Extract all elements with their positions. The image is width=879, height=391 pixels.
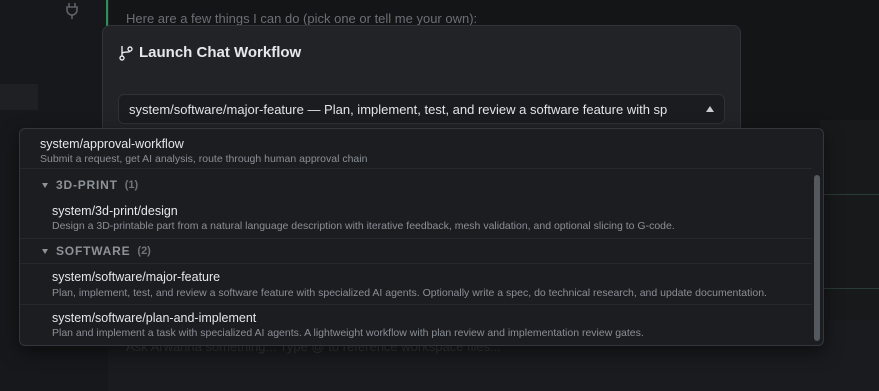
group-header-software[interactable]: SOFTWARE (2) — [20, 238, 812, 264]
background-divider — [820, 288, 879, 289]
git-branch-icon — [119, 45, 133, 61]
option-approval-workflow[interactable]: system/approval-workflow Submit a reques… — [20, 129, 812, 167]
group-header-3d-print[interactable]: 3D-PRINT (1) — [20, 172, 812, 198]
workflow-dropdown: system/approval-workflow Submit a reques… — [19, 128, 824, 346]
option-title: system/software/major-feature — [52, 270, 221, 284]
separator — [20, 168, 812, 169]
chevron-up-icon — [706, 106, 714, 112]
group-count: (1) — [124, 179, 139, 191]
option-software-major-feature[interactable]: system/software/major-feature Plan, impl… — [20, 264, 812, 302]
plug-icon[interactable] — [64, 2, 80, 20]
modal-title: Launch Chat Workflow — [119, 44, 301, 61]
option-software-plan-and-implement[interactable]: system/software/plan-and-implement Plan … — [20, 305, 812, 343]
group-label: SOFTWARE — [56, 244, 131, 258]
option-title: system/3d-print/design — [52, 204, 178, 218]
modal-title-text: Launch Chat Workflow — [139, 44, 302, 61]
workflow-select[interactable]: system/software/major-feature — Plan, im… — [118, 94, 725, 124]
option-description: Submit a request, get AI analysis, route… — [40, 153, 368, 165]
assistant-message: Here are a few things I can do (pick one… — [126, 11, 478, 26]
group-count: (2) — [137, 245, 151, 257]
option-title: system/approval-workflow — [40, 137, 184, 151]
group-label: 3D-PRINT — [56, 178, 118, 192]
background-panel — [820, 120, 879, 320]
background-divider — [820, 194, 879, 195]
option-description: Plan, implement, test, and review a soft… — [52, 287, 767, 299]
option-title: system/software/plan-and-implement — [52, 311, 257, 325]
caret-down-icon — [42, 248, 48, 254]
option-description: Plan and implement a task with specializ… — [52, 327, 644, 339]
option-3d-print-design[interactable]: system/3d-print/design Design a 3D-print… — [20, 199, 812, 237]
workflow-select-value: system/software/major-feature — Plan, im… — [129, 101, 668, 117]
option-description: Design a 3D-printable part from a natura… — [52, 220, 675, 232]
launch-workflow-modal: Launch Chat Workflow system/software/maj… — [102, 25, 741, 140]
scrollbar-thumb[interactable] — [814, 175, 820, 341]
caret-down-icon — [42, 182, 48, 188]
sidebar-selected-row[interactable] — [0, 84, 38, 110]
